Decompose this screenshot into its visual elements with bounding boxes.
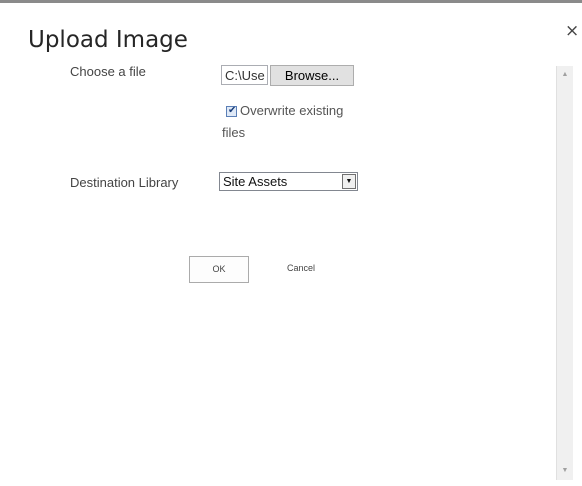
scroll-down-arrow-icon[interactable]: ▼ xyxy=(557,464,573,478)
destination-selected-value: Site Assets xyxy=(223,174,288,189)
cancel-button[interactable]: Cancel xyxy=(271,256,331,283)
overwrite-checkbox[interactable]: ✔ xyxy=(226,105,237,117)
dialog-title: Upload Image xyxy=(28,27,188,53)
overwrite-label[interactable]: Overwrite existing xyxy=(240,103,343,118)
checkmark-icon: ✔ xyxy=(228,105,237,116)
dialog-top-border xyxy=(0,0,582,3)
browse-button[interactable]: Browse... xyxy=(270,65,354,86)
close-icon[interactable]: × xyxy=(565,22,579,40)
upload-image-dialog: Upload Image × ▲ ▼ Choose a file C:\Use … xyxy=(0,0,582,486)
scroll-up-arrow-icon[interactable]: ▲ xyxy=(557,68,573,82)
destination-library-label: Destination Library xyxy=(70,175,179,190)
overwrite-label-continued[interactable]: files xyxy=(222,125,245,140)
file-upload-input[interactable]: C:\Use Browse... xyxy=(221,65,355,86)
destination-library-select[interactable]: Site Assets ▼ xyxy=(219,172,358,191)
chevron-down-icon[interactable]: ▼ xyxy=(342,174,356,189)
file-path-field[interactable]: C:\Use xyxy=(221,65,268,85)
choose-file-label: Choose a file xyxy=(70,64,146,79)
ok-button[interactable]: OK xyxy=(189,256,249,283)
vertical-scrollbar[interactable]: ▲ ▼ xyxy=(556,66,573,480)
